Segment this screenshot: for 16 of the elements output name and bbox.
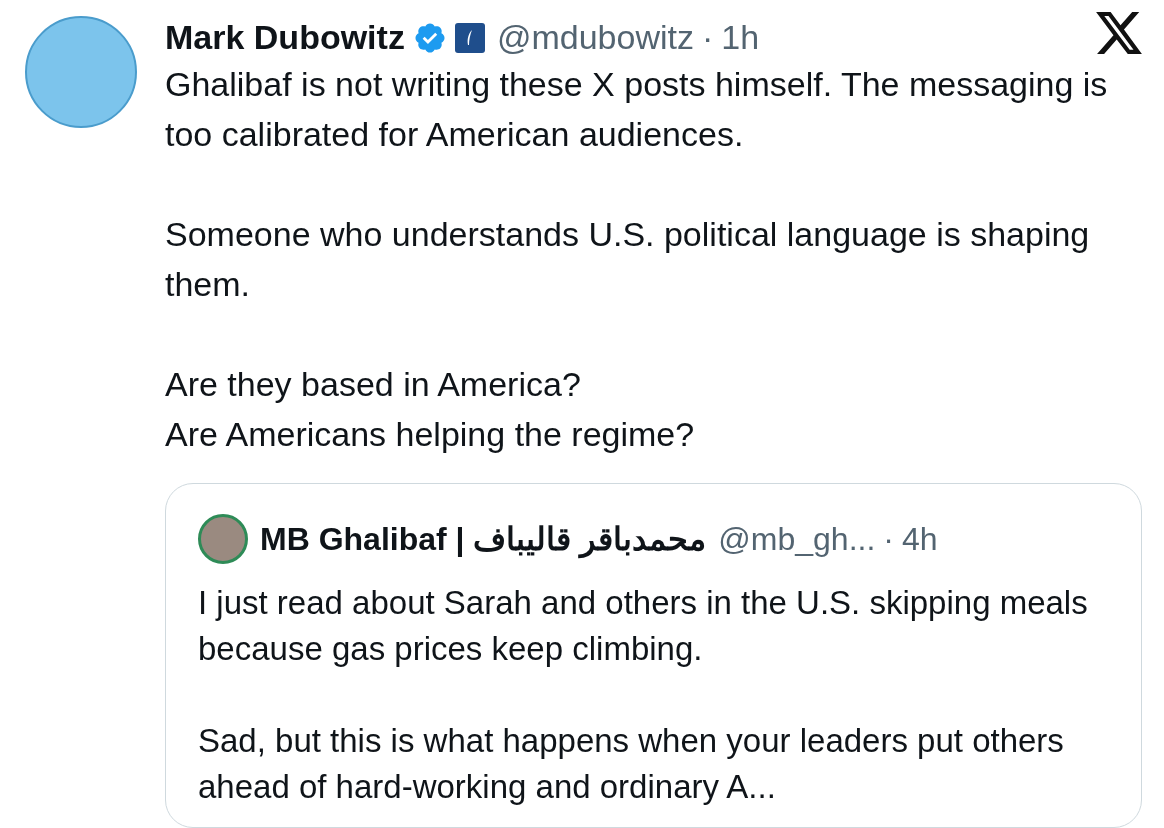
- author-handle[interactable]: @mdubowitz: [496, 12, 694, 63]
- author-name[interactable]: Mark Dubowitz: [165, 12, 405, 63]
- author-handle[interactable]: @mb_gh...: [718, 515, 876, 563]
- post-time[interactable]: 1h: [721, 12, 760, 63]
- separator-dot: ·: [701, 17, 714, 58]
- post-time[interactable]: 4h: [901, 515, 938, 563]
- post-text: Someone who understands U.S. political language is shaping them.: [165, 214, 1091, 305]
- separator-dot: ·: [883, 520, 894, 559]
- x-logo-icon: [1096, 12, 1142, 54]
- author-name[interactable]: MB Ghalibaf | محمدباقر قالیباف: [260, 515, 707, 563]
- quoted-post-card[interactable]: [165, 483, 1142, 828]
- post-text: Ghalibaf is not writing these X posts himself. The messaging is too calibrated for American audiences.: [165, 64, 1109, 155]
- quoted-post-text: I just read about Sarah and others in the U.S. skipping meals because gas prices keep climbing.: [198, 583, 1089, 669]
- post-text: Are they based in America? Are Americans helping the regime?: [165, 364, 696, 455]
- quoted-post-text: Sad, but this is what happens when your leaders put others ahead of hard-working and ordinary A...: [198, 721, 1065, 807]
- avatar-placeholder[interactable]: [198, 514, 248, 564]
